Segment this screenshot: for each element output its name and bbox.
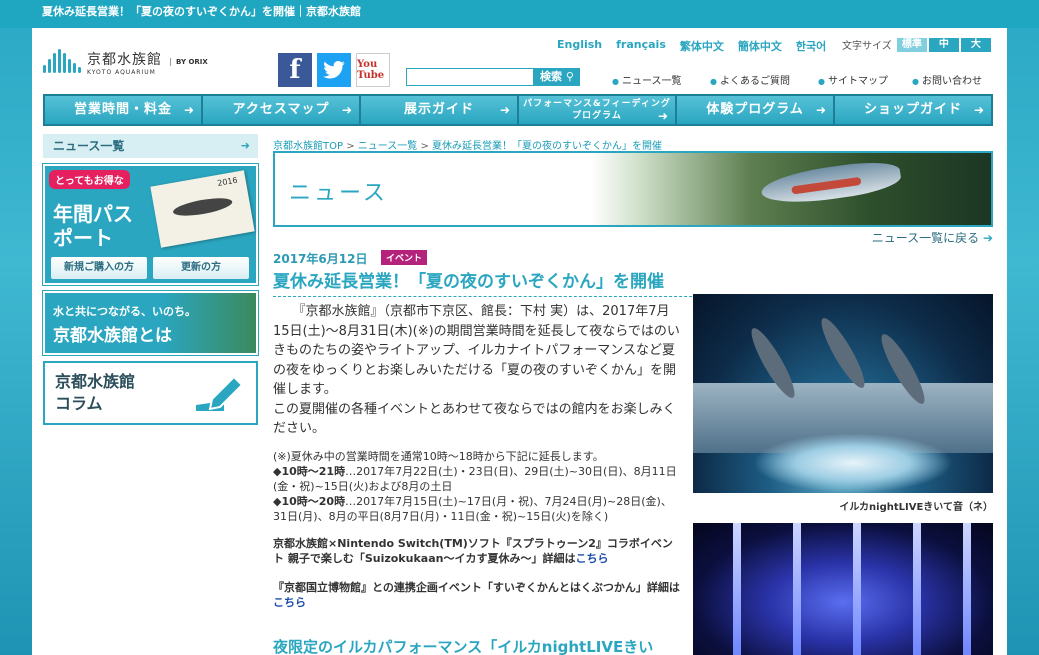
util-news-list[interactable]: ニュース一覧 xyxy=(612,72,682,87)
passport-ribbon: とってもお得な xyxy=(49,170,130,189)
global-nav: 営業時間・料金 アクセスマップ 展示ガイド パフォーマンス&フィーディングプログ… xyxy=(43,94,993,126)
passport-buy-button[interactable]: 新規ご購入の方 xyxy=(51,257,147,279)
back-to-news-link[interactable]: ニュース一覧に戻る ➔ xyxy=(872,229,993,246)
youtube-icon[interactable]: You Tube xyxy=(356,53,390,87)
logo-japanese: 京都水族館 xyxy=(87,51,162,68)
column-banner[interactable]: 京都水族館 コラム xyxy=(43,361,258,425)
logo-english: KYOTO AQUARIUM xyxy=(87,68,156,76)
collab-splatoon: 京都水族館×Nintendo Switch(TM)ソフト『スプラトゥーン2』コラ… xyxy=(273,536,683,566)
lang-english[interactable]: English xyxy=(557,38,602,54)
page-title: 夏休み延長営業！「夏の夜のすいぞくかん」を開催｜京都水族館 xyxy=(42,5,361,18)
news-hero: ニュース xyxy=(273,151,993,227)
pen-icon xyxy=(196,375,244,411)
photo1-caption: イルカnightLIVEきいて音（ネ） xyxy=(839,502,993,513)
search-bar: 検索 ⚲ xyxy=(406,68,580,86)
nav-hours-fees[interactable]: 営業時間・料金 xyxy=(45,96,201,124)
night-light-photo xyxy=(693,523,993,655)
collab1-link[interactable]: こちら xyxy=(575,552,608,565)
lang-simplified-chinese[interactable]: 簡体中文 xyxy=(738,38,782,54)
page-title-bar: 夏休み延長営業！「夏の夜のすいぞくかん」を開催｜京都水族館 xyxy=(0,0,1039,28)
nav-shop-guide[interactable]: ショップガイド xyxy=(835,96,991,124)
note-21-label: ◆10時～21時 xyxy=(273,465,346,478)
dolphin-show-photo xyxy=(693,294,993,493)
about-banner[interactable]: 水と共につながる、いのち。 京都水族館とは xyxy=(42,290,259,356)
collab1-text: 京都水族館×Nintendo Switch(TM)ソフト『スプラトゥーン2』コラ… xyxy=(273,537,673,565)
about-title: 京都水族館とは xyxy=(53,326,172,346)
search-button[interactable]: 検索 ⚲ xyxy=(534,68,580,86)
note-20-label: ◆10時～20時 xyxy=(273,495,346,508)
passport-renew-button[interactable]: 更新の方 xyxy=(153,257,249,279)
search-button-label: 検索 xyxy=(540,70,562,83)
font-size-standard[interactable]: 標準 xyxy=(896,37,927,52)
annual-passport-banner[interactable]: とってもお得な 2016 年間パスポート 新規ご購入の方 更新の方 xyxy=(42,163,259,286)
site-logo[interactable]: 京都水族館 KYOTO AQUARIUM BY ORIX xyxy=(43,47,208,77)
back-link-label: ニュース一覧に戻る xyxy=(871,231,980,245)
sidebar-news-list[interactable]: ニュース一覧 xyxy=(43,134,258,158)
passport-year: 2016 xyxy=(216,175,239,188)
collab2-link[interactable]: こちら xyxy=(273,596,306,609)
lang-french[interactable]: français xyxy=(616,38,666,54)
logo-orix: BY ORIX xyxy=(170,58,208,66)
passport-title: 年間パスポート xyxy=(53,202,133,250)
font-size-medium[interactable]: 中 xyxy=(928,37,959,52)
util-faq[interactable]: よくあるご質問 xyxy=(710,72,790,87)
search-icon: ⚲ xyxy=(565,70,574,83)
collab-museum: 『京都国立博物館』との連携企画イベント「すいぞくかんとはくぶつかん」詳細はこちら xyxy=(273,580,683,610)
article-title: 夏休み延長営業！「夏の夜のすいぞくかん」を開催 xyxy=(273,267,993,297)
logo-mark-icon xyxy=(43,47,87,77)
font-size-switcher: 文字サイズ 標準 中 大 xyxy=(842,37,991,52)
article-tag: イベント xyxy=(381,250,428,265)
lang-traditional-chinese[interactable]: 繁体中文 xyxy=(680,38,724,54)
util-contact[interactable]: お問い合わせ xyxy=(912,72,982,87)
collab2-text: 『京都国立博物館』との連携企画イベント「すいぞくかんとはくぶつかん」詳細は xyxy=(273,581,680,594)
sidebar: ニュース一覧 とってもお得な 2016 年間パスポート 新規ご購入の方 更新の方… xyxy=(42,134,259,425)
article-lead2: この夏開催の各種イベントとあわせて夜ならではの館内をお楽しみください。 xyxy=(273,401,676,437)
passport-card-image: 2016 xyxy=(150,170,255,248)
font-size-label: 文字サイズ xyxy=(842,41,892,52)
hero-title: ニュース xyxy=(289,181,388,206)
article-body: 『京都水族館』（京都市下京区、館長：下村 実）は、2017年7月15日(土)～8… xyxy=(273,302,683,439)
twitter-icon[interactable] xyxy=(317,53,351,87)
facebook-icon[interactable]: f xyxy=(278,53,312,87)
article-date: 2017年6月12日 xyxy=(273,252,368,266)
note-intro: (※)夏休み中の営業時間を通常10時～18時から下記に延長します。 xyxy=(273,450,604,463)
search-input[interactable] xyxy=(406,68,534,86)
util-sitemap[interactable]: サイトマップ xyxy=(818,72,888,87)
nav-access-map[interactable]: アクセスマップ xyxy=(203,96,359,124)
nav-exhibit-guide[interactable]: 展示ガイド xyxy=(361,96,517,124)
hours-note: (※)夏休み中の営業時間を通常10時～18時から下記に延長します。 ◆10時～2… xyxy=(273,449,683,524)
language-switcher: English français 繁体中文 簡体中文 한국어 xyxy=(557,38,840,54)
arrow-right-icon: ➔ xyxy=(982,231,993,245)
nav-performance[interactable]: パフォーマンス&フィーディングプログラム xyxy=(519,96,675,124)
nav-experience[interactable]: 体験プログラム xyxy=(677,96,833,124)
breadcrumb: 京都水族館TOP > ニュース一覧 > 夏休み延長営業！「夏の夜のすいぞくかん」… xyxy=(273,141,663,152)
lang-korean[interactable]: 한국어 xyxy=(796,38,826,54)
fish-photo xyxy=(591,153,991,225)
font-size-large[interactable]: 大 xyxy=(960,37,991,52)
social-links: f You Tube xyxy=(278,53,390,87)
about-subtitle: 水と共につながる、いのち。 xyxy=(53,305,196,318)
section-heading: 夜限定のイルカパフォーマンス「イルカnightLIVEきい xyxy=(273,638,654,655)
article-lead: 『京都水族館』（京都市下京区、館長：下村 実）は、2017年7月15日(土)～8… xyxy=(273,304,680,397)
